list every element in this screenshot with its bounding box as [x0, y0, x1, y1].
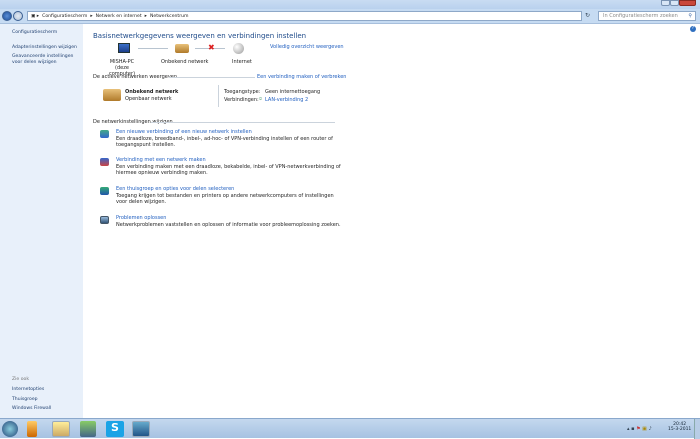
clock-date: 15-3-2011 [668, 427, 692, 432]
back-button[interactable] [2, 11, 12, 21]
minimize-button[interactable] [661, 0, 670, 6]
clock[interactable]: 20:42 15-3-2011 [668, 422, 691, 432]
ethernet-icon: ⍝ [259, 96, 263, 102]
task-desc: Een draadloze, breedband-, inbel-, ad-ho… [116, 136, 333, 148]
network-bench-icon [175, 44, 189, 53]
network-center-taskbar-icon[interactable] [132, 421, 150, 437]
homegroup-icon [100, 187, 109, 195]
see-also-internet-options[interactable]: Internetopties [12, 387, 44, 393]
network-label: Onbekend netwerk [161, 59, 209, 65]
page-title: Basisnetwerkgegevens weergeven en verbin… [93, 32, 307, 40]
access-type-value: Geen internettoegang [265, 89, 321, 95]
task-desc: Een verbinding maken met een draadloze, … [116, 164, 341, 176]
tray-icons[interactable]: ▴ ▪ ⚑ ▣ ♪ [627, 426, 652, 432]
help-icon[interactable]: ? [690, 26, 696, 32]
close-button[interactable] [679, 0, 696, 6]
task-link[interactable]: Problemen oplossen [116, 215, 166, 221]
title-bar [0, 0, 700, 9]
task-link[interactable]: Een nieuwe verbinding of een nieuw netwe… [116, 129, 252, 135]
search-placeholder: In Configuratiescherm zoeken [603, 13, 678, 19]
show-desktop-button[interactable] [694, 419, 700, 439]
connections-label: Verbindingen: [224, 97, 259, 103]
search-input[interactable]: In Configuratiescherm zoeken ⚲ [598, 11, 696, 21]
see-also-firewall[interactable]: Windows Firewall [12, 406, 51, 412]
sidebar: Configuratiescherm Adapterinstellingen w… [0, 24, 83, 418]
skype-icon[interactable]: S [106, 421, 124, 437]
breadcrumb-item[interactable]: Configuratiescherm [42, 14, 87, 19]
access-type-label: Toegangstype: [224, 89, 261, 95]
network-bench-icon [103, 89, 121, 101]
task-link[interactable]: Een thuisgroep en opties voor delen sele… [116, 186, 234, 192]
connect-link[interactable]: Een verbinding maken of verbreken [257, 74, 346, 80]
disconnected-x-icon: ✖ [208, 43, 215, 52]
troubleshoot-icon [100, 216, 109, 224]
chevron-right-icon: ▸ [144, 13, 147, 19]
full-map-link[interactable]: Volledig overzicht weergeven [270, 44, 344, 50]
see-also-title: Zie ook [12, 377, 29, 382]
breadcrumb[interactable]: ▣ ▸ Configuratiescherm ▸ Netwerk en inter… [27, 11, 582, 21]
media-player-icon[interactable] [27, 421, 37, 437]
task-link[interactable]: Verbinding met een netwerk maken [116, 157, 206, 163]
computer-icon [118, 43, 130, 53]
start-button[interactable] [2, 421, 18, 437]
new-connection-icon [100, 130, 109, 138]
breadcrumb-item[interactable]: Netwerkcentrum [150, 14, 189, 19]
breadcrumb-item[interactable]: Netwerk en internet [96, 14, 142, 19]
active-network-type[interactable]: Openbaar netwerk [125, 96, 172, 102]
explorer-icon[interactable] [52, 421, 70, 437]
maximize-button[interactable] [670, 0, 679, 6]
internet-globe-icon [233, 43, 244, 54]
control-panel-icon: ▣ ▸ [31, 13, 40, 19]
main-content: ? Basisnetwerkgegevens weergeven en verb… [83, 24, 700, 418]
address-bar: ▣ ▸ Configuratiescherm ▸ Netwerk en inter… [0, 9, 700, 24]
active-network-name: Onbekend netwerk [125, 89, 179, 95]
sidebar-item-control-panel[interactable]: Configuratiescherm [12, 30, 57, 36]
task-desc: Toegang krijgen tot bestanden en printer… [116, 193, 334, 205]
task-desc: Netwerkproblemen vaststellen en oplossen… [116, 222, 341, 228]
sidebar-item-advanced-sharing[interactable]: Geavanceerde instellingen voor delen wij… [12, 54, 84, 66]
see-also-homegroup[interactable]: Thuisgroep [12, 397, 38, 403]
internet-label: Internet [232, 59, 252, 65]
sidebar-item-adapter-settings[interactable]: Adapterinstellingen wijzigen [12, 45, 77, 51]
chevron-right-icon: ▸ [90, 13, 93, 19]
app-icon[interactable] [80, 421, 96, 437]
active-networks-header: De actieve netwerken weergeven [93, 74, 178, 80]
forward-button[interactable] [13, 11, 23, 21]
connect-network-icon [100, 158, 109, 166]
taskbar: S ▴ ▪ ⚑ ▣ ♪ 20:42 15-3-2011 [0, 418, 700, 439]
refresh-icon[interactable]: ↻ [585, 12, 590, 19]
search-icon: ⚲ [688, 13, 692, 19]
connection-link[interactable]: LAN-verbinding 2 [265, 97, 308, 103]
